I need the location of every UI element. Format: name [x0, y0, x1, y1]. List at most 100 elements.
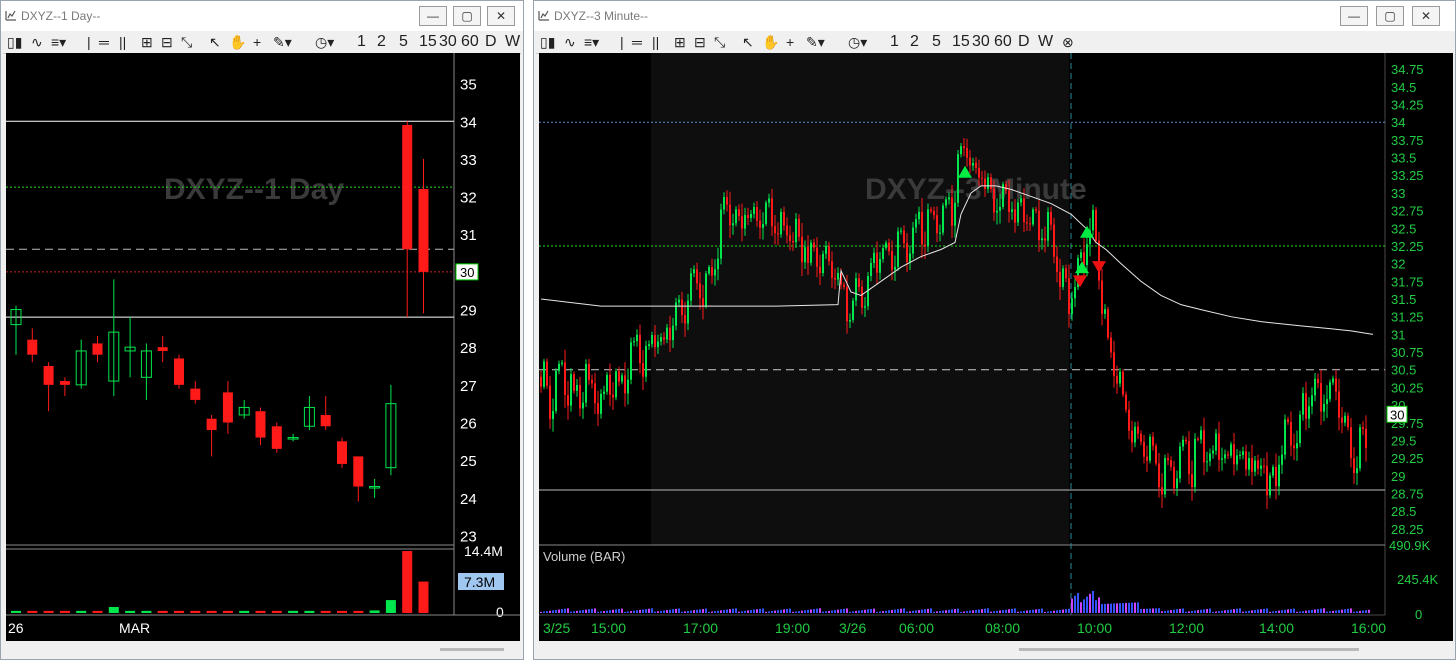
- interval-d-button[interactable]: D: [485, 34, 497, 50]
- time-label: 26: [8, 620, 24, 636]
- layout-icon[interactable]: ═: [632, 34, 642, 50]
- bar-type-icon[interactable]: ▯▮: [540, 34, 555, 50]
- candle-body: [1152, 436, 1154, 446]
- volume-bar: [1350, 608, 1352, 613]
- fit-icon[interactable]: ⤡: [181, 34, 192, 50]
- daily-chart-svg[interactable]: DXYZ--1 Day35343332313029282726252423301…: [6, 53, 520, 641]
- volume-bar: [909, 611, 911, 613]
- scrollbar-thumb[interactable]: [440, 648, 504, 651]
- zoom-out-icon[interactable]: ⊟: [694, 34, 706, 50]
- volume-bar: [600, 611, 602, 613]
- volume-bar: [1128, 602, 1130, 613]
- layout-icon[interactable]: ═: [99, 34, 109, 50]
- maximize-button[interactable]: ▢: [1376, 6, 1404, 26]
- columns-icon[interactable]: ||: [119, 34, 126, 50]
- volume-bar: [1317, 609, 1319, 613]
- interval-5-button[interactable]: 5: [932, 34, 941, 50]
- interval-30-button[interactable]: 30: [972, 34, 990, 50]
- interval-5-button[interactable]: 5: [399, 34, 408, 50]
- volume-bar: [699, 609, 701, 613]
- candle-body: [1227, 454, 1229, 456]
- volume-bar: [681, 611, 683, 613]
- line-study-icon[interactable]: ∿: [31, 34, 43, 50]
- line-study-icon[interactable]: ∿: [564, 34, 576, 50]
- bar-type-icon[interactable]: ▯▮: [7, 34, 22, 50]
- close-circle-icon[interactable]: ⊗: [1062, 34, 1074, 50]
- intraday-chart-area[interactable]: DXYZ--3 Minute 34.75 34.5 34.25 34 33.75 33.5 3…: [539, 53, 1453, 641]
- candle-body: [1119, 371, 1121, 384]
- volume-bar: [206, 610, 217, 613]
- time-label: 08:00: [985, 620, 1020, 636]
- horizontal-scrollbar[interactable]: [6, 643, 520, 655]
- candle-body: [762, 223, 764, 228]
- title-bar[interactable]: DXYZ--1 Day-- — ▢ ✕: [1, 1, 523, 31]
- interval-2-button[interactable]: 2: [910, 34, 919, 50]
- volume-bar: [918, 610, 920, 613]
- volume-bar: [1320, 608, 1322, 613]
- candle-body: [1164, 458, 1166, 495]
- interval-30-button[interactable]: 30: [439, 34, 457, 50]
- candle-body: [999, 206, 1001, 211]
- minimize-button[interactable]: —: [1340, 6, 1368, 26]
- volume-bar: [774, 610, 776, 613]
- candle-body: [600, 393, 602, 414]
- price-tick-label: 34.75: [1391, 62, 1424, 77]
- time-icon[interactable]: ◷▾: [848, 34, 867, 50]
- price-tick-label: 32: [460, 190, 477, 207]
- scrollbar-thumb[interactable]: [1019, 648, 1359, 651]
- interval-d-button[interactable]: D: [1018, 34, 1030, 50]
- time-label: 16:00: [1351, 620, 1386, 636]
- time-icon[interactable]: ◷▾: [315, 34, 334, 50]
- volume-bar: [1011, 608, 1013, 613]
- title-bar[interactable]: DXYZ--3 Minute-- — ▢ ✕: [534, 1, 1455, 31]
- hand-icon[interactable]: ✋: [229, 34, 246, 50]
- zoom-out-icon[interactable]: ⊟: [161, 34, 173, 50]
- cursor-icon[interactable]: ↖: [742, 34, 754, 50]
- candle-body: [918, 211, 920, 220]
- candle-body: [1332, 378, 1334, 383]
- zoom-in-icon[interactable]: ⊞: [674, 34, 686, 50]
- interval-w-button[interactable]: W: [1038, 34, 1053, 50]
- candle-body: [1017, 202, 1019, 223]
- candle-body: [1317, 378, 1319, 384]
- interval-1-button[interactable]: 1: [890, 34, 899, 50]
- minimize-button[interactable]: —: [419, 6, 447, 26]
- interval-60-button[interactable]: 60: [994, 34, 1012, 50]
- volume-bar: [1347, 608, 1349, 613]
- candle-body: [1029, 223, 1031, 225]
- interval-15-button[interactable]: 15: [952, 34, 970, 50]
- draw-tool-icon[interactable]: ✎▾: [273, 34, 292, 50]
- volume-bar: [879, 611, 881, 613]
- volume-bar: [1290, 608, 1292, 613]
- interval-60-button[interactable]: 60: [461, 34, 479, 50]
- volume-bar: [864, 609, 866, 613]
- daily-chart-area[interactable]: DXYZ--1 Day35343332313029282726252423301…: [6, 53, 520, 641]
- studies-menu-icon[interactable]: ≡▾: [584, 34, 599, 50]
- zoom-in-icon[interactable]: ⊞: [141, 34, 153, 50]
- candle-body: [1248, 458, 1250, 470]
- columns-icon[interactable]: ||: [652, 34, 659, 50]
- draw-tool-icon[interactable]: ✎▾: [806, 34, 825, 50]
- volume-bar: [1245, 611, 1247, 613]
- crosshair-icon[interactable]: +: [253, 34, 261, 50]
- cursor-icon[interactable]: ↖: [209, 34, 221, 50]
- volume-bar: [1065, 609, 1067, 613]
- maximize-button[interactable]: ▢: [453, 6, 481, 26]
- volume-bar: [678, 608, 680, 613]
- studies-menu-icon[interactable]: ≡▾: [51, 34, 66, 50]
- interval-15-button[interactable]: 15: [419, 34, 437, 50]
- horizontal-scrollbar[interactable]: [539, 643, 1453, 655]
- intraday-chart-svg[interactable]: DXYZ--3 Minute34.7534.534.253433.7533.53…: [539, 53, 1453, 641]
- crosshair-icon[interactable]: +: [786, 34, 794, 50]
- volume-bar: [1344, 609, 1346, 613]
- candle-body: [564, 362, 566, 395]
- close-button[interactable]: ✕: [487, 6, 515, 26]
- fit-icon[interactable]: ⤡: [714, 34, 725, 50]
- interval-w-button[interactable]: W: [505, 34, 520, 50]
- hand-icon[interactable]: ✋: [762, 34, 779, 50]
- close-button[interactable]: ✕: [1412, 6, 1440, 26]
- time-label: 12:00: [1169, 620, 1204, 636]
- interval-1-button[interactable]: 1: [357, 34, 366, 50]
- candle-body: [1128, 409, 1130, 431]
- interval-2-button[interactable]: 2: [377, 34, 386, 50]
